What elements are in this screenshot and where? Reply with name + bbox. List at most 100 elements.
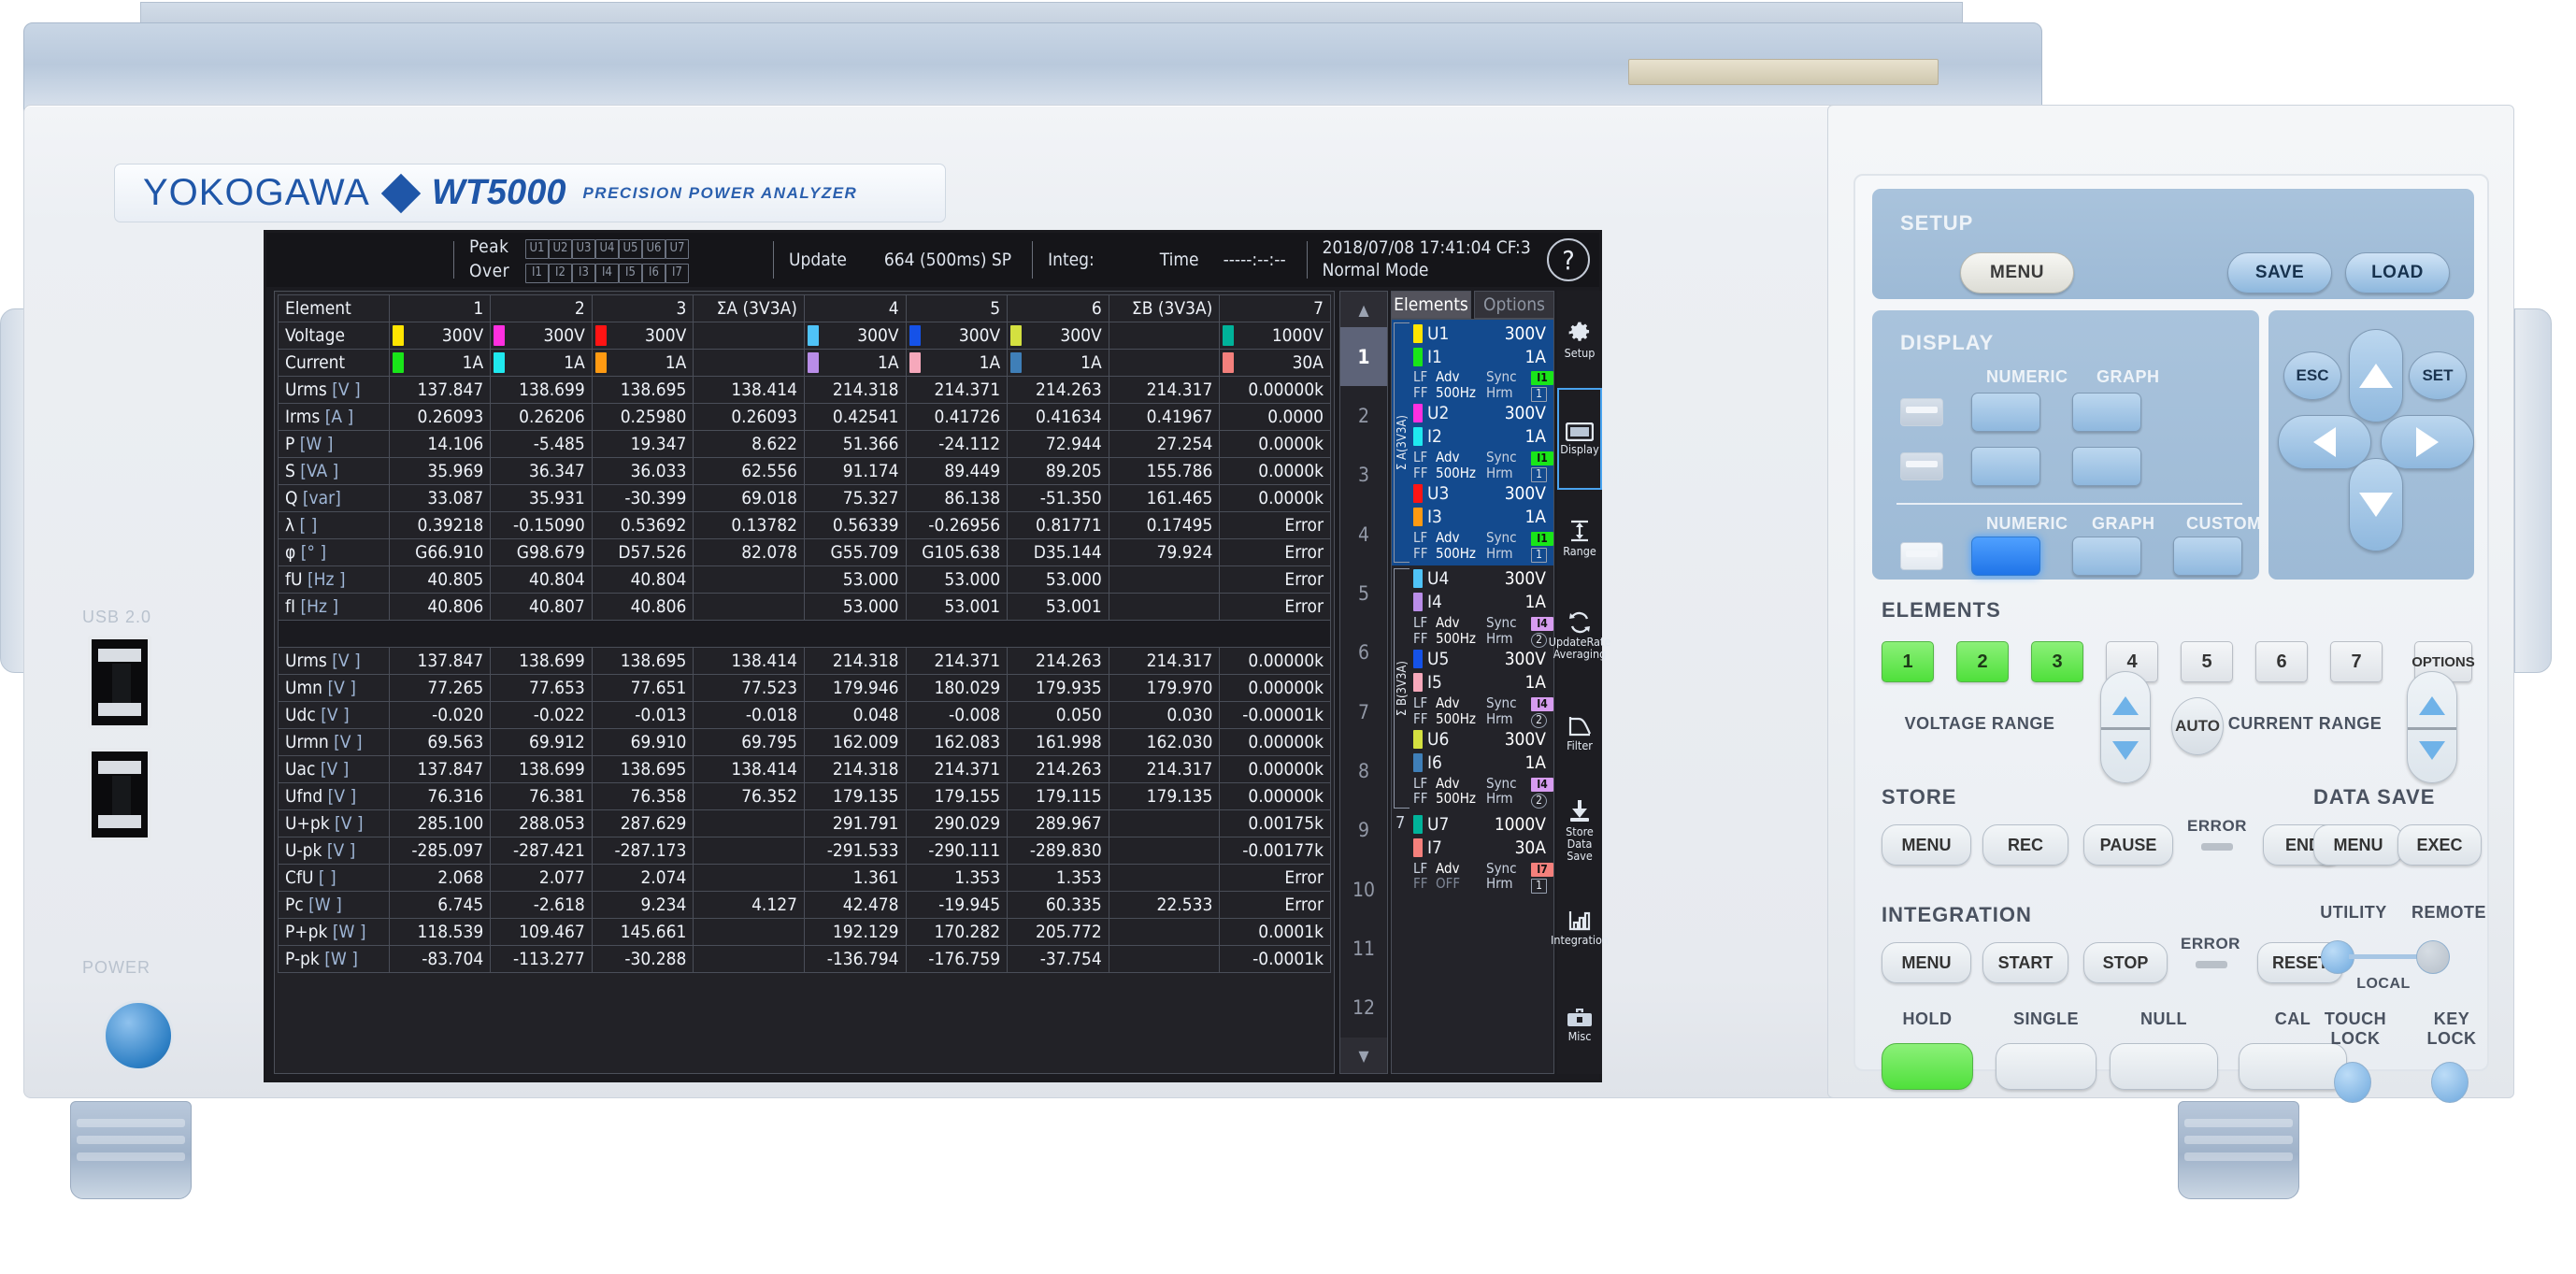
current-range-rocker[interactable] [2407, 671, 2457, 783]
table-cell: 35.931 [490, 484, 593, 512]
integration-stop-button[interactable]: STOP [2083, 942, 2168, 983]
arrow-down-icon[interactable] [2349, 458, 2403, 551]
tab-options[interactable]: Options [1474, 291, 1554, 319]
page-number-3[interactable]: 3 [1340, 446, 1387, 505]
current-row-cell: 1A [905, 349, 1009, 377]
hold-button[interactable] [1882, 1043, 1973, 1090]
page-number-7[interactable]: 7 [1340, 682, 1387, 741]
element-button-2[interactable]: 2 [1956, 641, 2009, 682]
page-number-9[interactable]: 9 [1340, 801, 1387, 860]
cal-button[interactable] [2239, 1043, 2347, 1090]
page-number-4[interactable]: 4 [1340, 505, 1387, 564]
display-row3-graph-button[interactable] [2072, 537, 2141, 576]
page-number-5[interactable]: 5 [1340, 564, 1387, 623]
page-number-2[interactable]: 2 [1340, 386, 1387, 445]
key-lock-button[interactable] [2431, 1062, 2469, 1103]
page-number-8[interactable]: 8 [1340, 741, 1387, 800]
rail-item-filter[interactable]: Filter [1557, 684, 1602, 781]
rail-item-store-data-save[interactable]: Store Data Save [1557, 781, 1602, 879]
page-number-6[interactable]: 6 [1340, 623, 1387, 682]
table-cell: -37.754 [1007, 945, 1109, 973]
peak-chip: U3 [572, 239, 595, 259]
table-cell: 0.0001k [1219, 918, 1331, 946]
channel-color-bar [392, 325, 404, 346]
row-label: P+pk [W ] [278, 918, 390, 946]
rail-item-display[interactable]: Display [1557, 388, 1602, 490]
display-row1-graph-button[interactable] [2072, 393, 2141, 432]
setup-menu-button[interactable]: MENU [1960, 252, 2074, 293]
page-number-12[interactable]: 12 [1340, 979, 1387, 1038]
usb-port-1[interactable] [88, 636, 151, 729]
rail-item-updaterate-averaging[interactable]: UpdateRate Averaging [1549, 587, 1610, 684]
current-channel-row: I1 1A [1413, 345, 1552, 368]
single-button[interactable] [1996, 1043, 2097, 1090]
arrow-right-icon[interactable] [2381, 415, 2474, 469]
rail-item-setup[interactable]: Setup [1557, 291, 1602, 388]
rail-item-range[interactable]: Range [1557, 490, 1602, 587]
chevron-down-icon[interactable]: ▼ [1340, 1038, 1387, 1073]
set-button[interactable]: SET [2409, 351, 2467, 400]
arrow-up-icon[interactable] [2349, 329, 2403, 422]
display-row3-numeric-button[interactable] [1971, 537, 2040, 576]
element-group[interactable]: Σ B(3V3A) U4 300V I4 1A LF FF Adv 500Hz Sync Hrm I4… [1392, 565, 1553, 811]
row-label: Urms [V ] [278, 647, 390, 675]
display-screen: Peak U1 U2 U3 U4 U5 U6 U7 Over I1 I2 I3 I4 I5 I6 I7 … [266, 233, 1610, 1080]
integration-menu-button[interactable]: MENU [1882, 942, 1971, 983]
table-cell: 162.030 [1108, 728, 1221, 756]
table-cell: 0.00000k [1219, 647, 1331, 675]
tab-elements[interactable]: Elements [1391, 291, 1471, 319]
voltage-range-rocker[interactable] [2100, 671, 2151, 783]
page-number-10[interactable]: 10 [1340, 860, 1387, 919]
store-menu-button[interactable]: MENU [1882, 824, 1971, 866]
chevron-up-icon[interactable]: ▲ [1340, 292, 1387, 327]
data-save-exec-button[interactable]: EXEC [2397, 824, 2482, 866]
rail-item-integration[interactable]: Integration [1551, 880, 1609, 977]
element-group[interactable]: Σ A(3V3A) U1 300V I1 1A LF FF Adv 500Hz Sync Hrm I1… [1392, 320, 1553, 565]
element-button-5[interactable]: 5 [2181, 641, 2233, 682]
integration-start-button[interactable]: START [1982, 942, 2068, 983]
voltage-channel-range: 300V [1504, 403, 1546, 424]
arrow-left-icon[interactable] [2278, 415, 2371, 469]
usb-port-2[interactable] [88, 748, 151, 841]
setup-save-button[interactable]: SAVE [2227, 252, 2332, 293]
store-rec-button[interactable]: REC [1982, 824, 2068, 866]
current-channel-row: I3 1A [1413, 506, 1552, 529]
question-mark-icon[interactable]: ? [1547, 238, 1590, 281]
ff-label: FF [1413, 544, 1428, 562]
elements-tabs[interactable]: Elements Options [1391, 291, 1554, 319]
element-button-3[interactable]: 3 [2031, 641, 2083, 682]
voltage-row-cell: 300V [905, 322, 1009, 350]
voltage-row: Voltage 300V 300V 300V 300V 300V 300V 1000V [278, 322, 1331, 350]
page-scroll-column[interactable]: ▲ 1 2 3 4 5 6 7 8 9 10 11 12 ▼ [1339, 291, 1388, 1074]
power-button[interactable] [103, 1000, 174, 1071]
voltage-color-swatch [1413, 404, 1423, 423]
display-row1-numeric-button[interactable] [1971, 393, 2040, 432]
page-number-11[interactable]: 11 [1340, 919, 1387, 978]
table-cell: 0.0000k [1219, 430, 1331, 458]
display-row2-led [1900, 452, 1943, 480]
data-save-menu-button[interactable]: MENU [2313, 824, 2403, 866]
hrm-label: Hrm [1486, 875, 1513, 893]
display-row3-custom-button[interactable] [2173, 537, 2242, 576]
display-row2-graph-button[interactable] [2072, 447, 2141, 486]
element-button-7[interactable]: 7 [2330, 641, 2383, 682]
row-unit: [W ] [332, 922, 366, 942]
table-cell: 0.0000k [1219, 484, 1331, 512]
page-number-1[interactable]: 1 [1340, 327, 1387, 387]
rail-item-misc[interactable]: Misc [1557, 977, 1602, 1074]
esc-button[interactable]: ESC [2283, 351, 2341, 400]
store-pause-button[interactable]: PAUSE [2083, 824, 2173, 866]
channel-color-bar [807, 325, 819, 346]
side-icon-rail[interactable]: Setup Display Range UpdateRate Averaging Fil… [1549, 291, 1610, 1074]
setup-load-button[interactable]: LOAD [2345, 252, 2450, 293]
table-cell: 40.807 [490, 593, 593, 621]
freq-value: 500Hz [1436, 629, 1476, 647]
display-row2-numeric-button[interactable] [1971, 447, 2040, 486]
element-button-1[interactable]: 1 [1882, 641, 1934, 682]
element-group[interactable]: 7 U7 1000V I7 30A LF FF Adv OFF Sync Hrm I7 1 [1392, 811, 1553, 896]
update-value: 664 (500ms) SP [883, 250, 1012, 270]
element-button-6[interactable]: 6 [2255, 641, 2308, 682]
touch-lock-button[interactable] [2334, 1062, 2371, 1103]
null-button[interactable] [2110, 1043, 2218, 1090]
table-cell: 137.847 [388, 376, 492, 404]
